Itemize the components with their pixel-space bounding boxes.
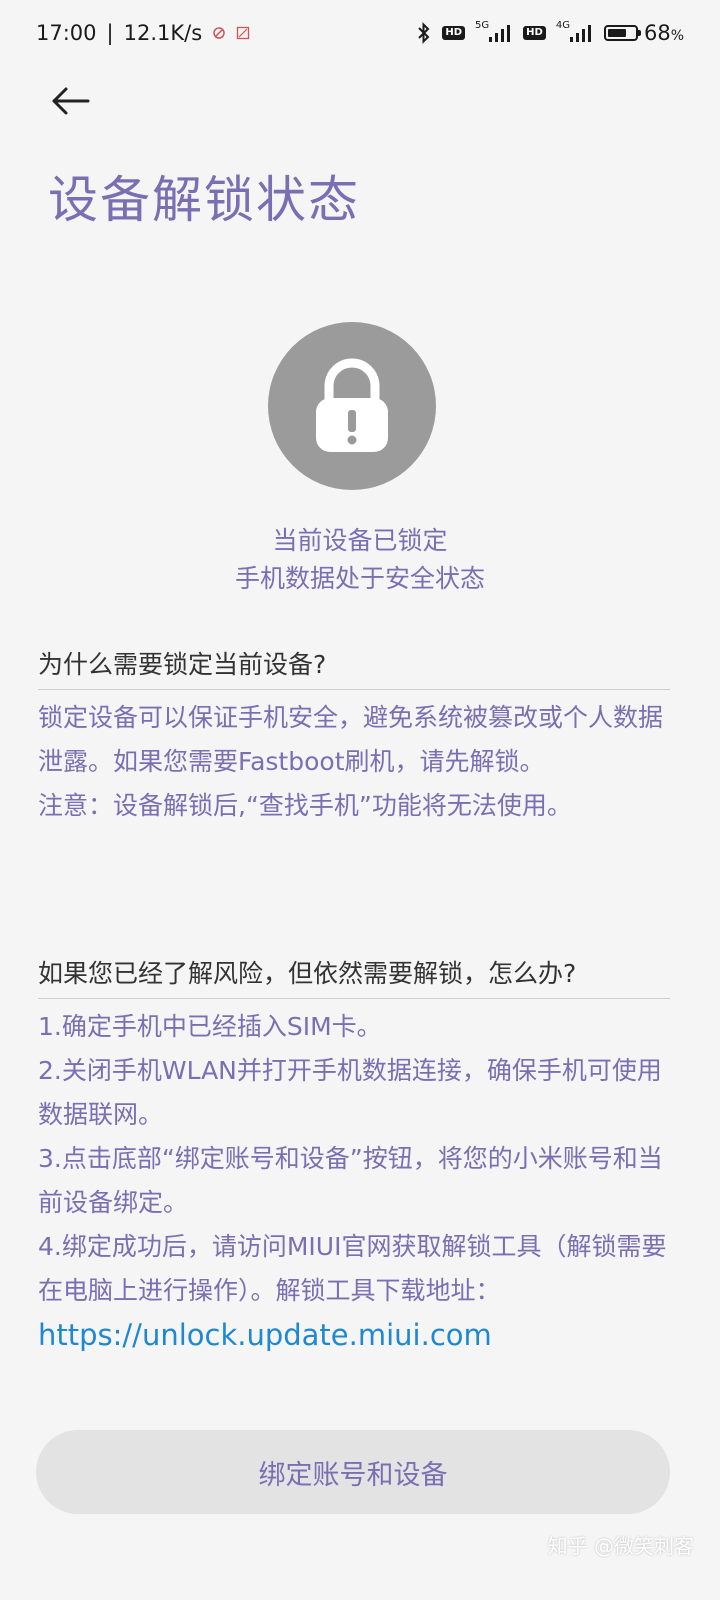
section-why-paragraph-2: 注意：设备解锁后,“查找手机”功能将无法使用。 xyxy=(38,791,572,820)
section-how-unlock: 如果您已经了解风险，但依然需要解锁，怎么办? 1.确定手机中已经插入SIM卡。 … xyxy=(38,954,670,1357)
network-type-1: 5G xyxy=(475,19,490,31)
unlock-tool-link[interactable]: https://unlock.update.miui.com xyxy=(38,1313,670,1357)
status-bar: 17:00 | 12.1K/s HD 5G HD 4G 68% xyxy=(0,0,720,66)
section-why-title: 为什么需要锁定当前设备? xyxy=(38,645,670,690)
battery-percent: 68% xyxy=(643,21,684,45)
hd-badge-1: HD xyxy=(442,26,466,40)
status-right: HD 5G HD 4G 68% xyxy=(416,19,684,45)
battery-indicator: 68% xyxy=(603,21,684,45)
battery-fill xyxy=(607,29,626,37)
back-button[interactable] xyxy=(46,78,96,124)
lock-status-circle xyxy=(268,322,436,490)
back-arrow-icon xyxy=(52,87,90,115)
section-how-title: 如果您已经了解风险，但依然需要解锁，怎么办? xyxy=(38,954,670,999)
battery-tip xyxy=(637,30,641,36)
network-type-2: 4G xyxy=(555,19,570,31)
step-2: 2.关闭手机WLAN并打开手机数据连接，确保手机可使用数据联网。 xyxy=(38,1056,662,1129)
lock-status-text: 当前设备已锁定 手机数据处于安全状态 xyxy=(0,522,720,598)
page-title: 设备解锁状态 xyxy=(48,171,360,229)
section-how-body: 1.确定手机中已经插入SIM卡。 2.关闭手机WLAN并打开手机数据连接，确保手… xyxy=(38,1005,670,1357)
status-net-speed: 12.1K/s xyxy=(123,21,203,45)
bluetooth-icon xyxy=(416,22,432,44)
step-1: 1.确定手机中已经插入SIM卡。 xyxy=(38,1012,382,1041)
signal-4g-icon: 4G xyxy=(555,19,594,43)
section-why-body: 锁定设备可以保证手机安全，避免系统被篡改或个人数据泄露。如果您需要Fastboo… xyxy=(38,696,670,828)
watermark: 知乎 @微笑刺客 xyxy=(547,1534,694,1558)
status-time: 17:00 xyxy=(36,21,97,45)
step-4: 4.绑定成功后，请访问MIUI官网获取解锁工具（解锁需要在电脑上进行操作）。解锁… xyxy=(38,1232,667,1305)
status-divider: | xyxy=(106,21,114,45)
section-why-lock: 为什么需要锁定当前设备? 锁定设备可以保证手机安全，避免系统被篡改或个人数据泄露… xyxy=(38,645,670,828)
signal-5g-icon: 5G xyxy=(475,19,513,43)
bind-account-device-button[interactable]: 绑定账号和设备 xyxy=(36,1430,670,1514)
status-left: 17:00 | 12.1K/s xyxy=(36,21,250,45)
hd-badge-2: HD xyxy=(523,26,546,40)
step-3: 3.点击底部“绑定账号和设备”按钮，将您的小米账号和当前设备绑定。 xyxy=(38,1144,663,1217)
section-why-paragraph-1: 锁定设备可以保证手机安全，避免系统被篡改或个人数据泄露。如果您需要Fastboo… xyxy=(38,703,664,776)
lock-warning-icon xyxy=(316,358,388,452)
notification-icon xyxy=(212,26,226,40)
notification-image-icon xyxy=(236,26,250,40)
battery-icon xyxy=(603,25,641,41)
lock-status-line1: 当前设备已锁定 xyxy=(272,526,448,555)
lock-status-line2: 手机数据处于安全状态 xyxy=(234,564,485,593)
